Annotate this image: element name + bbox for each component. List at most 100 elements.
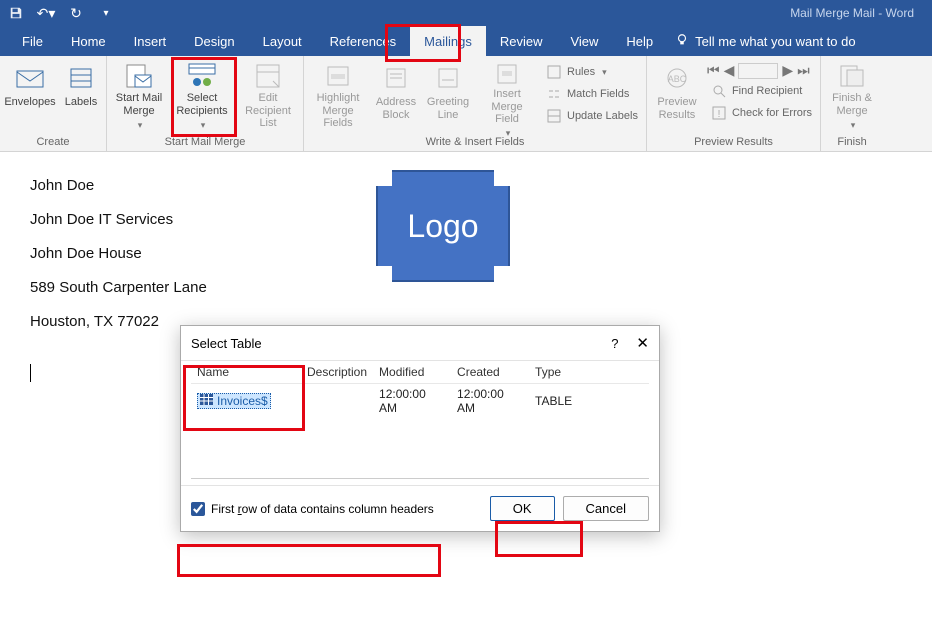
row-modified: 12:00:00 AM — [373, 384, 451, 419]
callout-checkbox — [180, 547, 438, 574]
mailmerge-icon — [123, 62, 155, 90]
group-preview-label: Preview Results — [651, 134, 816, 151]
address-block-button[interactable]: Address Block — [372, 60, 420, 132]
rules-label: Rules — [567, 66, 595, 78]
labels-button[interactable]: Labels — [60, 60, 102, 132]
qat-dropdown-icon[interactable]: ▾ — [98, 5, 114, 21]
envelope-icon — [14, 62, 46, 94]
find-recipient-button[interactable]: Find Recipient — [707, 81, 816, 101]
row-type: TABLE — [529, 384, 649, 419]
rules-icon — [546, 64, 562, 80]
preview-icon: ABC — [661, 62, 693, 94]
callout-mailings — [386, 25, 460, 61]
tab-review[interactable]: Review — [486, 26, 557, 56]
preview-label: Preview Results — [653, 96, 701, 121]
next-record-icon[interactable]: ▶ — [782, 62, 793, 79]
group-create: Envelopes Labels Create — [0, 56, 107, 151]
group-finish: Finish & Merge Finish — [821, 56, 883, 151]
start-mail-merge-label: Start Mail Merge — [113, 92, 165, 117]
group-preview: ABC Preview Results ⏮ ◀ ▶ ⏭ Find Recipie… — [647, 56, 821, 151]
address-label: Address Block — [374, 96, 418, 121]
envelopes-label: Envelopes — [4, 96, 55, 109]
ok-button[interactable]: OK — [490, 496, 555, 521]
greeting-icon — [432, 62, 464, 94]
tell-me-label: Tell me what you want to do — [695, 34, 855, 49]
select-table-dialog: Select Table ? ✕ Name Description Modifi… — [180, 325, 660, 532]
svg-text:ABC: ABC — [668, 74, 687, 84]
envelopes-button[interactable]: Envelopes — [4, 60, 56, 132]
tab-layout[interactable]: Layout — [249, 26, 316, 56]
highlight-merge-fields-button[interactable]: Highlight Merge Fields — [308, 60, 368, 132]
tell-me[interactable]: Tell me what you want to do — [667, 26, 855, 56]
last-record-icon[interactable]: ⏭ — [797, 62, 810, 79]
col-created[interactable]: Created — [451, 361, 529, 384]
row-description — [301, 384, 373, 419]
rules-button[interactable]: Rules — [542, 62, 642, 82]
dialog-close-button[interactable]: ✕ — [636, 334, 649, 352]
edit-recipient-list-button[interactable]: Edit Recipient List — [237, 60, 299, 132]
callout-table-name — [186, 368, 302, 428]
edit-recipient-icon — [252, 62, 284, 90]
check-label: Check for Errors — [732, 107, 812, 119]
insert-merge-label: Insert Merge Field — [478, 88, 536, 126]
tab-help[interactable]: Help — [612, 26, 667, 56]
insert-merge-icon — [491, 62, 523, 86]
find-icon — [711, 83, 727, 99]
col-type[interactable]: Type — [529, 361, 649, 384]
preview-results-button[interactable]: ABC Preview Results — [651, 60, 703, 132]
match-label: Match Fields — [567, 88, 629, 100]
tab-insert[interactable]: Insert — [120, 26, 181, 56]
col-description[interactable]: Description — [301, 361, 373, 384]
col-modified[interactable]: Modified — [373, 361, 451, 384]
tab-file[interactable]: File — [8, 26, 57, 56]
group-start-label: Start Mail Merge — [111, 134, 299, 151]
labels-label: Labels — [65, 96, 97, 109]
save-icon[interactable] — [8, 5, 24, 21]
find-label: Find Recipient — [732, 85, 802, 97]
check-errors-button[interactable]: ! Check for Errors — [707, 103, 816, 123]
update-icon — [546, 108, 562, 124]
ribbon: Envelopes Labels Create Start Mail Merge… — [0, 56, 932, 152]
match-fields-button[interactable]: Match Fields — [542, 84, 642, 104]
callout-select-recipients — [172, 58, 236, 136]
match-icon — [546, 86, 562, 102]
checkbox-label: First row of data contains column header… — [211, 502, 434, 516]
group-finish-label: Finish — [825, 134, 879, 151]
start-mail-merge-button[interactable]: Start Mail Merge — [111, 60, 167, 132]
logo-text: Logo — [407, 208, 478, 245]
svg-text:!: ! — [718, 109, 721, 120]
tab-design[interactable]: Design — [180, 26, 248, 56]
prev-record-icon[interactable]: ◀ — [724, 62, 735, 79]
app-title: Mail Merge Mail - Word — [790, 6, 924, 20]
first-record-icon[interactable]: ⏮ — [707, 62, 720, 79]
quick-access-toolbar: ↶▾ ↻ ▾ — [8, 5, 114, 21]
dialog-title: Select Table — [191, 336, 262, 351]
tab-view[interactable]: View — [556, 26, 612, 56]
first-row-headers-checkbox[interactable]: First row of data contains column header… — [191, 502, 434, 516]
greeting-label: Greeting Line — [426, 96, 470, 121]
logo-shape[interactable]: Logo — [376, 170, 510, 282]
address-icon — [380, 62, 412, 94]
dialog-help-button[interactable]: ? — [611, 336, 618, 351]
check-errors-icon: ! — [711, 105, 727, 121]
lightbulb-icon — [675, 33, 689, 50]
group-create-label: Create — [4, 134, 102, 151]
highlight-icon — [322, 62, 354, 90]
cancel-button[interactable]: Cancel — [563, 496, 649, 521]
row-created: 12:00:00 AM — [451, 384, 529, 419]
tab-home[interactable]: Home — [57, 26, 120, 56]
insert-merge-field-button[interactable]: Insert Merge Field — [476, 60, 538, 132]
redo-icon[interactable]: ↻ — [68, 5, 84, 21]
update-label: Update Labels — [567, 110, 638, 122]
undo-icon[interactable]: ↶▾ — [38, 5, 54, 21]
record-nav[interactable]: ⏮ ◀ ▶ ⏭ — [707, 62, 816, 79]
record-number-input[interactable] — [738, 63, 778, 79]
greeting-line-button[interactable]: Greeting Line — [424, 60, 472, 132]
first-row-headers-input[interactable] — [191, 502, 205, 516]
menu-bar: File Home Insert Design Layout Reference… — [0, 26, 932, 56]
edit-recipient-label: Edit Recipient List — [239, 92, 297, 130]
title-bar: ↶▾ ↻ ▾ Mail Merge Mail - Word — [0, 0, 932, 26]
finish-merge-button[interactable]: Finish & Merge — [825, 60, 879, 132]
update-labels-button[interactable]: Update Labels — [542, 106, 642, 126]
finish-icon — [836, 62, 868, 90]
